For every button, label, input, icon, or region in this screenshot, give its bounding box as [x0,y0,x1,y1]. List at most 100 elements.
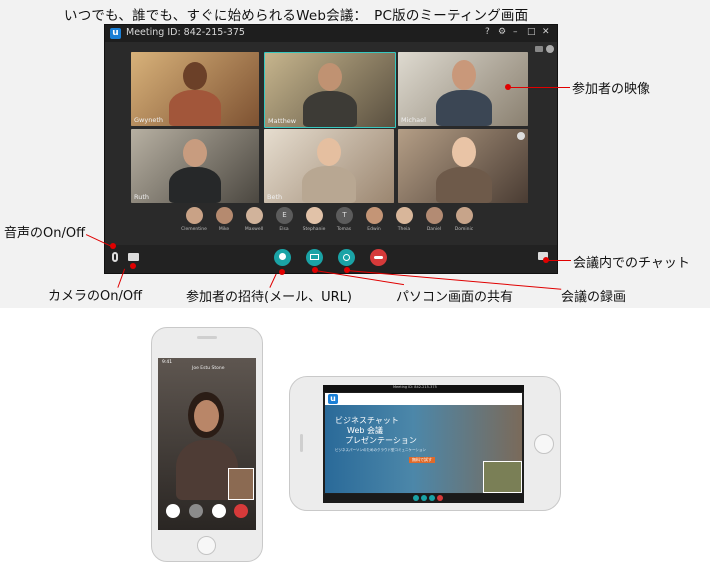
participant-avatar-name: Tomas [336,227,352,232]
participants-icon[interactable] [546,45,554,53]
annotation-share: パソコン画面の共有 [396,290,514,305]
participant-roster: Clementine Mike Maxwell E Elsa Stephanie T Toma… [180,207,480,237]
participant-avatar[interactable] [186,207,203,224]
meeting-title-bar: u Meeting ID: 842-215-375 ? ⚙ – □ ✕ [105,25,557,42]
participant-avatar-name: Stephanie [302,227,326,232]
app-logo-icon: u [328,394,338,404]
minimize-icon[interactable]: – [513,27,518,37]
pointer-dot [130,263,136,269]
video-tile[interactable] [398,129,528,203]
caller-name: Joe Estu Stone [192,366,225,371]
landscape-control-bar [323,494,524,503]
video-tile-active-speaker[interactable]: Matthew [264,52,396,128]
self-view [483,461,522,493]
annotation-chat: 会議内でのチャット [573,256,690,271]
participant-avatar[interactable] [246,207,263,224]
participant-avatar-name: Theia [397,227,411,232]
video-tile[interactable]: Ruth [131,129,259,203]
headline: いつでも、誰でも、すぐに始められるWeb会議： PC版のミーティング画面 [64,8,529,24]
participant-avatar[interactable] [306,207,323,224]
record-button[interactable] [338,249,355,266]
hangup-icon [374,256,383,259]
cta-button[interactable]: 無料で試す [409,457,435,463]
camera-icon[interactable] [166,504,180,518]
participant-avatar[interactable] [426,207,443,224]
participant-avatar[interactable] [456,207,473,224]
hangup-button[interactable] [370,249,387,266]
hangup-icon[interactable] [437,495,443,501]
pointer-dot [312,267,318,273]
phone-portrait: 9:41 Joe Estu Stone [151,327,263,562]
record-icon[interactable] [429,495,435,501]
annotation-invite: 参加者の招待(メール、URL) [186,290,352,305]
speaker-icon[interactable] [212,504,226,518]
control-bar [105,245,557,273]
pointer-line [507,87,570,89]
annotation-camera: カメラのOn/Off [48,289,143,304]
participant-avatar-name: Mike [218,227,230,232]
pointer-dot [110,243,116,249]
participant-avatar-name: Maxwell [244,227,264,232]
participant-avatar-name: Elsa [279,227,289,232]
meeting-id: Meeting ID: 842-215-375 [126,27,245,38]
participant-avatar[interactable]: E [276,207,293,224]
shared-site-nav: u [325,393,522,405]
pointer-dot [344,267,350,273]
self-view [228,468,254,500]
participant-avatar[interactable]: T [336,207,353,224]
participant-avatar[interactable] [216,207,233,224]
shared-screen: u ビジネスチャット Web 会議 プレゼンテーション ビジネスパーソンのための… [325,393,522,493]
invite-button[interactable] [274,249,291,266]
phone-screen: Meeting ID: 842-215-375 u ビジネスチャット Web 会… [323,385,524,503]
participant-avatar-name: Daniel [426,227,442,232]
annotation-audio: 音声のOn/Off [4,226,86,241]
participant-avatar[interactable] [396,207,413,224]
participant-avatar-name: Edwin [367,227,381,232]
annotation-video: 参加者の映像 [572,82,651,97]
speaker-grille [300,434,303,452]
hero-subheading-2: プレゼンテーション [345,436,417,445]
shared-window-id: Meeting ID: 842-215-375 [393,385,437,389]
video-tile[interactable]: Beth [264,129,394,203]
avatar-initial: E [282,211,287,219]
pointer-dot [543,257,549,263]
microphone-icon[interactable] [189,504,203,518]
settings-gear-icon[interactable]: ⚙ [498,27,506,37]
home-button[interactable] [534,434,554,454]
view-toggle-icon[interactable] [535,46,543,52]
hangup-icon[interactable] [234,504,248,518]
participant-name: Beth [267,193,283,201]
screen-share-button[interactable] [306,249,323,266]
avatar-initial: T [342,211,347,219]
phone-landscape: Meeting ID: 842-215-375 u ビジネスチャット Web 会… [289,376,561,511]
help-icon[interactable]: ? [485,27,490,37]
home-button[interactable] [197,536,216,555]
invite-icon [279,253,286,260]
pointer-dot [505,84,511,90]
app-logo-icon: u [110,28,121,39]
video-tile[interactable]: Gwyneth [131,52,259,126]
participant-name: Ruth [134,193,150,201]
hero-blurb: ビジネスパーソンのためのクラウド型コミュニケーション [335,448,426,452]
invite-icon[interactable] [413,495,419,501]
microphone-icon[interactable] [112,252,118,262]
participant-name: Matthew [268,117,297,125]
annotation-record: 会議の録画 [561,290,627,305]
participant-avatar-name: Dominic [454,227,474,232]
speaker-grille [197,336,217,339]
screen-share-icon [310,254,319,260]
participant-avatar-name: Clementine [181,227,207,232]
camera-icon[interactable] [128,253,139,261]
phone-screen: 9:41 Joe Estu Stone [158,358,256,530]
meeting-window: u Meeting ID: 842-215-375 ? ⚙ – □ ✕ Gwyn… [105,25,557,273]
record-icon [343,254,350,261]
close-icon[interactable]: ✕ [542,27,550,37]
status-time: 9:41 [162,360,173,365]
tile-menu-icon[interactable] [517,132,525,140]
maximize-icon[interactable]: □ [527,27,536,37]
participant-name: Michael [401,116,426,124]
shared-window-title: Meeting ID: 842-215-375 [323,385,524,392]
screen-share-icon[interactable] [421,495,427,501]
participant-avatar[interactable] [366,207,383,224]
pointer-dot [279,269,285,275]
